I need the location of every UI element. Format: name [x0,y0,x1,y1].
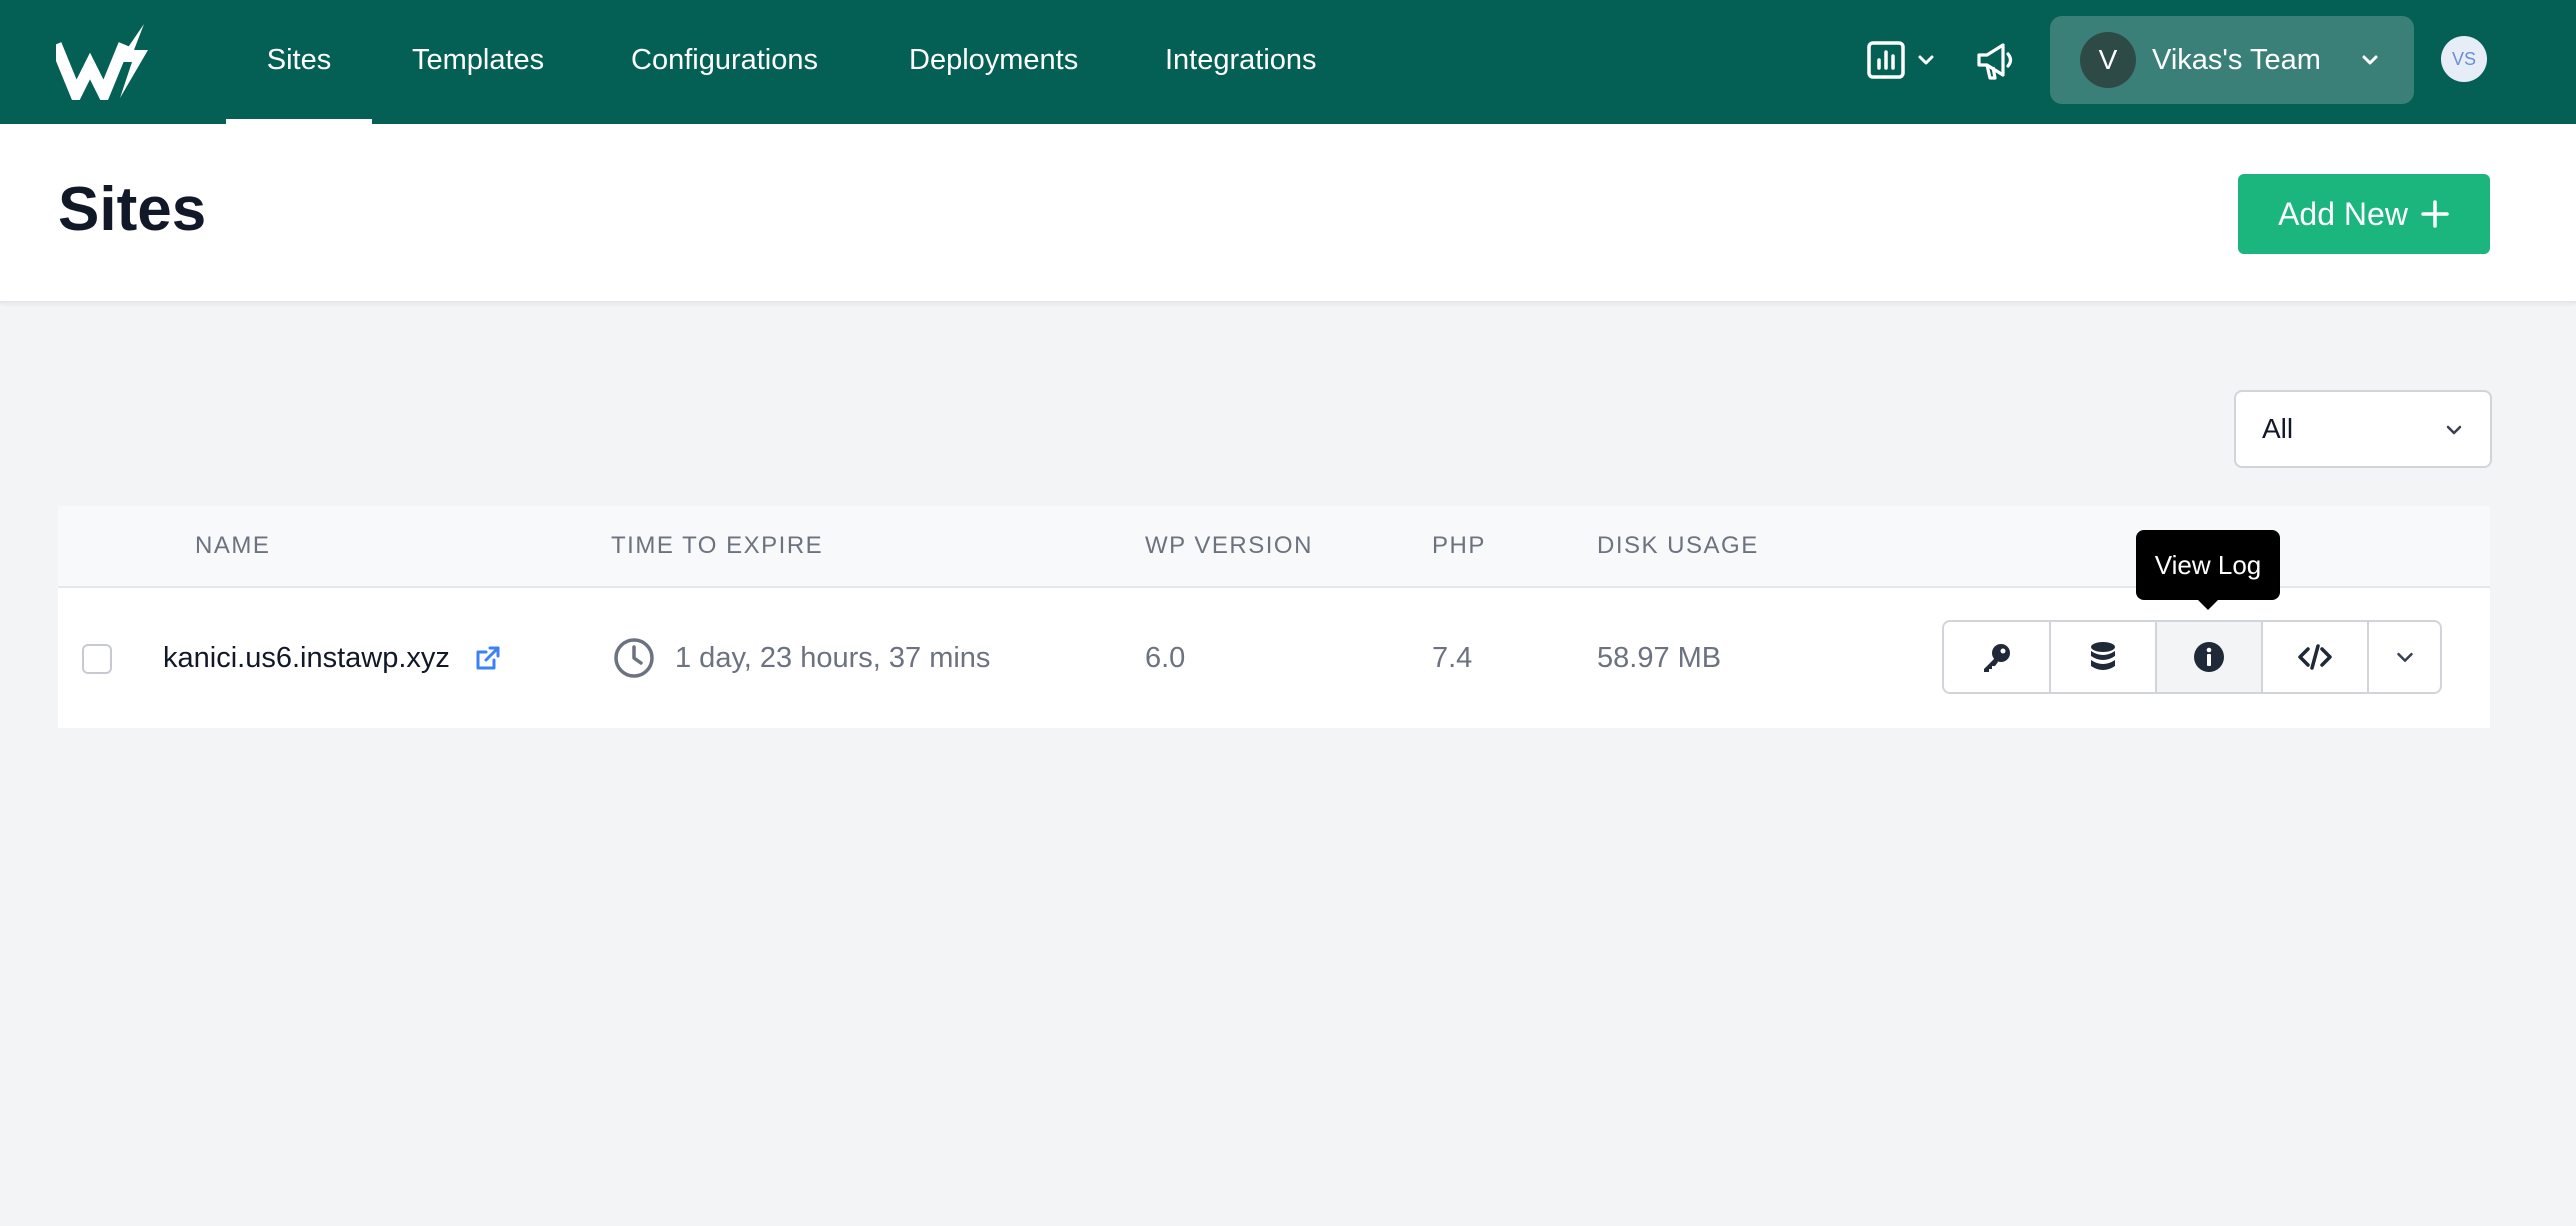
external-link-icon[interactable] [474,644,502,672]
row-actions-group [1942,620,2442,694]
info-icon [2194,642,2224,672]
nav-item-configurations[interactable]: Configurations [631,0,818,124]
chevron-down-icon [2396,652,2413,662]
row-checkbox[interactable] [82,644,112,674]
nav-item-label: Templates [412,44,545,76]
table-row: kanici.us6.instawp.xyz 1 day, 23 hours, … [58,588,2490,728]
status-filter-select[interactable]: All [2234,390,2492,468]
magic-login-button[interactable] [1944,622,2051,692]
site-name-link[interactable]: kanici.us6.instawp.xyz [163,588,450,728]
view-log-button[interactable] [2157,622,2263,692]
table-header: NAME TIME TO EXPIRE WP VERSION PHP DISK … [58,506,2490,588]
chevron-down-icon[interactable] [1916,50,1936,70]
team-name: Vikas's Team [2152,44,2321,76]
column-header-wp-version: WP VERSION [1145,532,1313,559]
more-actions-button[interactable] [2369,622,2440,692]
nav-item-sites[interactable]: Sites [226,0,372,124]
php-version-value: 7.4 [1432,642,1473,674]
report-icon[interactable] [1866,40,1906,80]
add-new-button[interactable]: Add New [2238,174,2490,254]
page-header: Sites Add New [0,124,2576,303]
wp-version-value: 6.0 [1145,642,1186,674]
megaphone-icon[interactable] [1973,38,2019,84]
user-avatar[interactable]: VS [2441,36,2487,82]
key-icon [1983,644,2010,672]
clock-icon [614,638,654,678]
column-header-time-to-expire: TIME TO EXPIRE [611,532,824,559]
nav-item-label: Configurations [631,44,818,76]
team-avatar: V [2080,32,2136,88]
code-icon [2298,644,2332,670]
team-switcher[interactable]: V Vikas's Team [2050,16,2414,104]
code-editor-button[interactable] [2263,622,2369,692]
logo-icon[interactable] [56,22,148,100]
column-header-name: NAME [195,532,271,559]
chevron-down-icon [2446,425,2462,435]
nav-item-deployments[interactable]: Deployments [909,0,1078,124]
database-icon [2091,642,2115,670]
top-navigation-bar: Sites Templates Configurations Deploymen… [0,0,2576,124]
nav-item-label: Sites [266,44,332,76]
plus-icon [2421,200,2449,228]
filter-selected-value: All [2262,413,2294,444]
nav-item-templates[interactable]: Templates [412,0,544,124]
chevron-down-icon [2362,55,2378,65]
nav-item-label: Deployments [909,44,1079,76]
page-title: Sites [58,175,207,244]
time-to-expire-value: 1 day, 23 hours, 37 mins [675,642,991,674]
column-header-php: PHP [1432,532,1486,559]
add-new-label: Add New [2278,195,2408,232]
view-log-tooltip: View Log [2136,530,2280,610]
disk-usage-value: 58.97 MB [1597,642,1722,674]
database-button[interactable] [2051,622,2157,692]
column-header-disk-usage: DISK USAGE [1597,532,1759,559]
nav-item-integrations[interactable]: Integrations [1165,0,1317,124]
nav-item-label: Integrations [1165,44,1317,76]
